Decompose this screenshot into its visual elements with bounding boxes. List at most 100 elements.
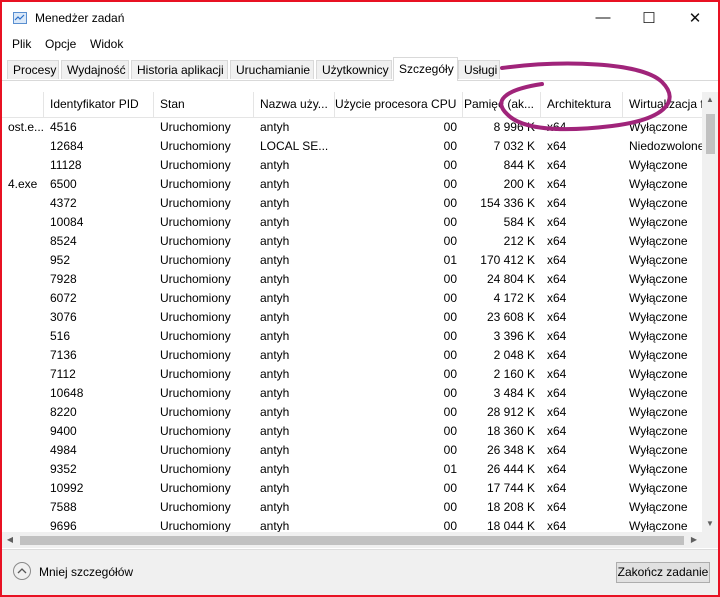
tab-details[interactable]: Szczegóły [393, 57, 458, 81]
window-title: Menedżer zadań [35, 11, 125, 25]
cell-cpu: 00 [443, 272, 457, 286]
cell-image-name [2, 232, 44, 251]
cell-memory: 18 360 K [486, 424, 535, 438]
menu-bar: Plik Opcje Widok [2, 33, 718, 55]
cell-status: Uruchomiony [160, 272, 231, 286]
tab-processes[interactable]: Procesy [7, 60, 59, 79]
cell-cpu: 00 [443, 367, 457, 381]
cell-memory: 3 396 K [493, 329, 535, 343]
table-row[interactable]: 7928 Uruchomiony antyh 00 24 804 K x64 Wyłączo… [2, 270, 702, 289]
cell-cpu: 00 [443, 215, 457, 229]
column-header-pid[interactable]: Identyfikator PID [44, 92, 154, 117]
title-bar[interactable]: Menedżer zadań — ☐ ✕ [2, 2, 718, 33]
table-row[interactable]: 4.exe 6500 Uruchomiony antyh 00 200 K x64 Wyłąc… [2, 175, 702, 194]
table-row[interactable]: 7588 Uruchomiony antyh 00 18 208 K x64 Wyłączo… [2, 498, 702, 517]
table-row[interactable]: 9352 Uruchomiony antyh 01 26 444 K x64 Wyłączo… [2, 460, 702, 479]
column-header-image-name[interactable] [2, 92, 44, 117]
less-details-link[interactable]: Mniej szczegółów [39, 565, 133, 579]
cell-memory: 2 160 K [493, 367, 535, 381]
cell-image-name [2, 346, 44, 365]
cell-virtualization: Niedozwolone [629, 139, 702, 153]
table-row[interactable]: 8524 Uruchomiony antyh 00 212 K x64 Wyłączone [2, 232, 702, 251]
table-row[interactable]: 4984 Uruchomiony antyh 00 26 348 K x64 Wyłączo… [2, 441, 702, 460]
cell-architecture: x64 [547, 481, 567, 495]
cell-pid: 8220 [50, 405, 77, 419]
scroll-right-arrow-icon[interactable]: ▶ [686, 532, 702, 548]
table-row[interactable]: 6072 Uruchomiony antyh 00 4 172 K x64 Wyłączon… [2, 289, 702, 308]
cell-cpu: 00 [443, 310, 457, 324]
table-row[interactable]: 10648 Uruchomiony antyh 00 3 484 K x64 Wyłączo… [2, 384, 702, 403]
table-row[interactable]: 7136 Uruchomiony antyh 00 2 048 K x64 Wyłączon… [2, 346, 702, 365]
table-row[interactable]: 12684 Uruchomiony LOCAL SE... 00 7 032 K x64 N… [2, 137, 702, 156]
table-row[interactable]: 11128 Uruchomiony antyh 00 844 K x64 Wyłączone [2, 156, 702, 175]
cell-user-name: antyh [260, 462, 290, 476]
tab-performance[interactable]: Wydajność [61, 60, 129, 79]
menu-file[interactable]: Plik [12, 37, 31, 51]
cell-virtualization: Wyłączone [629, 481, 688, 495]
minimize-icon: — [595, 9, 611, 26]
cell-pid: 7588 [50, 500, 77, 514]
cell-architecture: x64 [547, 291, 567, 305]
table-row[interactable]: 7112 Uruchomiony antyh 00 2 160 K x64 Wyłączon… [2, 365, 702, 384]
table-row[interactable]: ost.e... 4516 Uruchomiony antyh 00 8 996 K x64… [2, 118, 702, 137]
end-task-button[interactable]: Zakończ zadanie [616, 562, 710, 583]
cell-memory: 844 K [503, 158, 535, 172]
table-row[interactable]: 4372 Uruchomiony antyh 00 154 336 K x64 Wyłącz… [2, 194, 702, 213]
column-header-architecture[interactable]: Architektura [541, 92, 623, 117]
cell-cpu: 00 [443, 139, 457, 153]
cell-memory: 7 032 K [493, 139, 535, 153]
maximize-button[interactable]: ☐ [626, 2, 672, 33]
cell-virtualization: Wyłączone [629, 272, 688, 286]
column-header-virtualization[interactable]: Wirtualizacja f [623, 92, 702, 117]
horizontal-scrollbar[interactable]: ◀ ▶ [2, 532, 702, 548]
column-header-status[interactable]: Stan [154, 92, 254, 117]
cell-architecture: x64 [547, 519, 567, 532]
table-row[interactable]: 9696 Uruchomiony antyh 00 18 044 K x64 Wyłączo… [2, 517, 702, 532]
cell-user-name: antyh [260, 443, 290, 457]
table-row[interactable]: 516 Uruchomiony antyh 00 3 396 K x64 Wyłączone [2, 327, 702, 346]
table-row[interactable]: 3076 Uruchomiony antyh 00 23 608 K x64 Wyłączo… [2, 308, 702, 327]
cell-status: Uruchomiony [160, 348, 231, 362]
table-row[interactable]: 10084 Uruchomiony antyh 00 584 K x64 Wyłączone [2, 213, 702, 232]
menu-view[interactable]: Widok [90, 37, 123, 51]
cell-memory: 26 444 K [486, 462, 535, 476]
tab-users[interactable]: Użytkownicy [316, 60, 392, 79]
column-header-memory[interactable]: Pamięć (ak... [463, 92, 541, 117]
scroll-left-arrow-icon[interactable]: ◀ [2, 532, 18, 548]
cell-image-name [2, 365, 44, 384]
cell-cpu: 00 [443, 405, 457, 419]
cell-virtualization: Wyłączone [629, 291, 688, 305]
cell-architecture: x64 [547, 234, 567, 248]
menu-options[interactable]: Opcje [45, 37, 76, 51]
cell-virtualization: Wyłączone [629, 329, 688, 343]
cell-cpu: 01 [443, 462, 457, 476]
cell-architecture: x64 [547, 215, 567, 229]
tab-startup[interactable]: Uruchamianie [230, 60, 314, 79]
table-row[interactable]: 10992 Uruchomiony antyh 00 17 744 K x64 Wyłącz… [2, 479, 702, 498]
cell-status: Uruchomiony [160, 462, 231, 476]
task-manager-window: Menedżer zadań — ☐ ✕ Plik Opcje Widok Pr… [0, 0, 720, 597]
table-row[interactable]: 952 Uruchomiony antyh 01 170 412 K x64 Wyłączo… [2, 251, 702, 270]
cell-pid: 4372 [50, 196, 77, 210]
minimize-button[interactable]: — [580, 2, 626, 33]
column-header-user-name[interactable]: Nazwa uży... [254, 92, 335, 117]
cell-user-name: antyh [260, 158, 290, 172]
cell-memory: 212 K [503, 234, 535, 248]
vertical-scroll-thumb[interactable] [706, 114, 715, 154]
scroll-down-arrow-icon[interactable]: ▼ [702, 516, 718, 532]
cell-pid: 9696 [50, 519, 77, 532]
tab-services[interactable]: Usługi [458, 60, 500, 79]
cell-virtualization: Wyłączone [629, 177, 688, 191]
cell-memory: 26 348 K [486, 443, 535, 457]
table-row[interactable]: 9400 Uruchomiony antyh 00 18 360 K x64 Wyłączo… [2, 422, 702, 441]
close-button[interactable]: ✕ [672, 2, 718, 33]
cell-image-name [2, 498, 44, 517]
column-header-cpu[interactable]: Użycie procesora CPU [335, 92, 463, 117]
vertical-scrollbar[interactable]: ▲ ▼ [702, 92, 718, 532]
horizontal-scroll-thumb[interactable] [20, 536, 684, 545]
table-row[interactable]: 8220 Uruchomiony antyh 00 28 912 K x64 Wyłączo… [2, 403, 702, 422]
tab-app-history[interactable]: Historia aplikacji [131, 60, 228, 79]
cell-architecture: x64 [547, 443, 567, 457]
scroll-up-arrow-icon[interactable]: ▲ [702, 92, 718, 108]
chevron-up-circle-icon[interactable] [13, 562, 31, 580]
